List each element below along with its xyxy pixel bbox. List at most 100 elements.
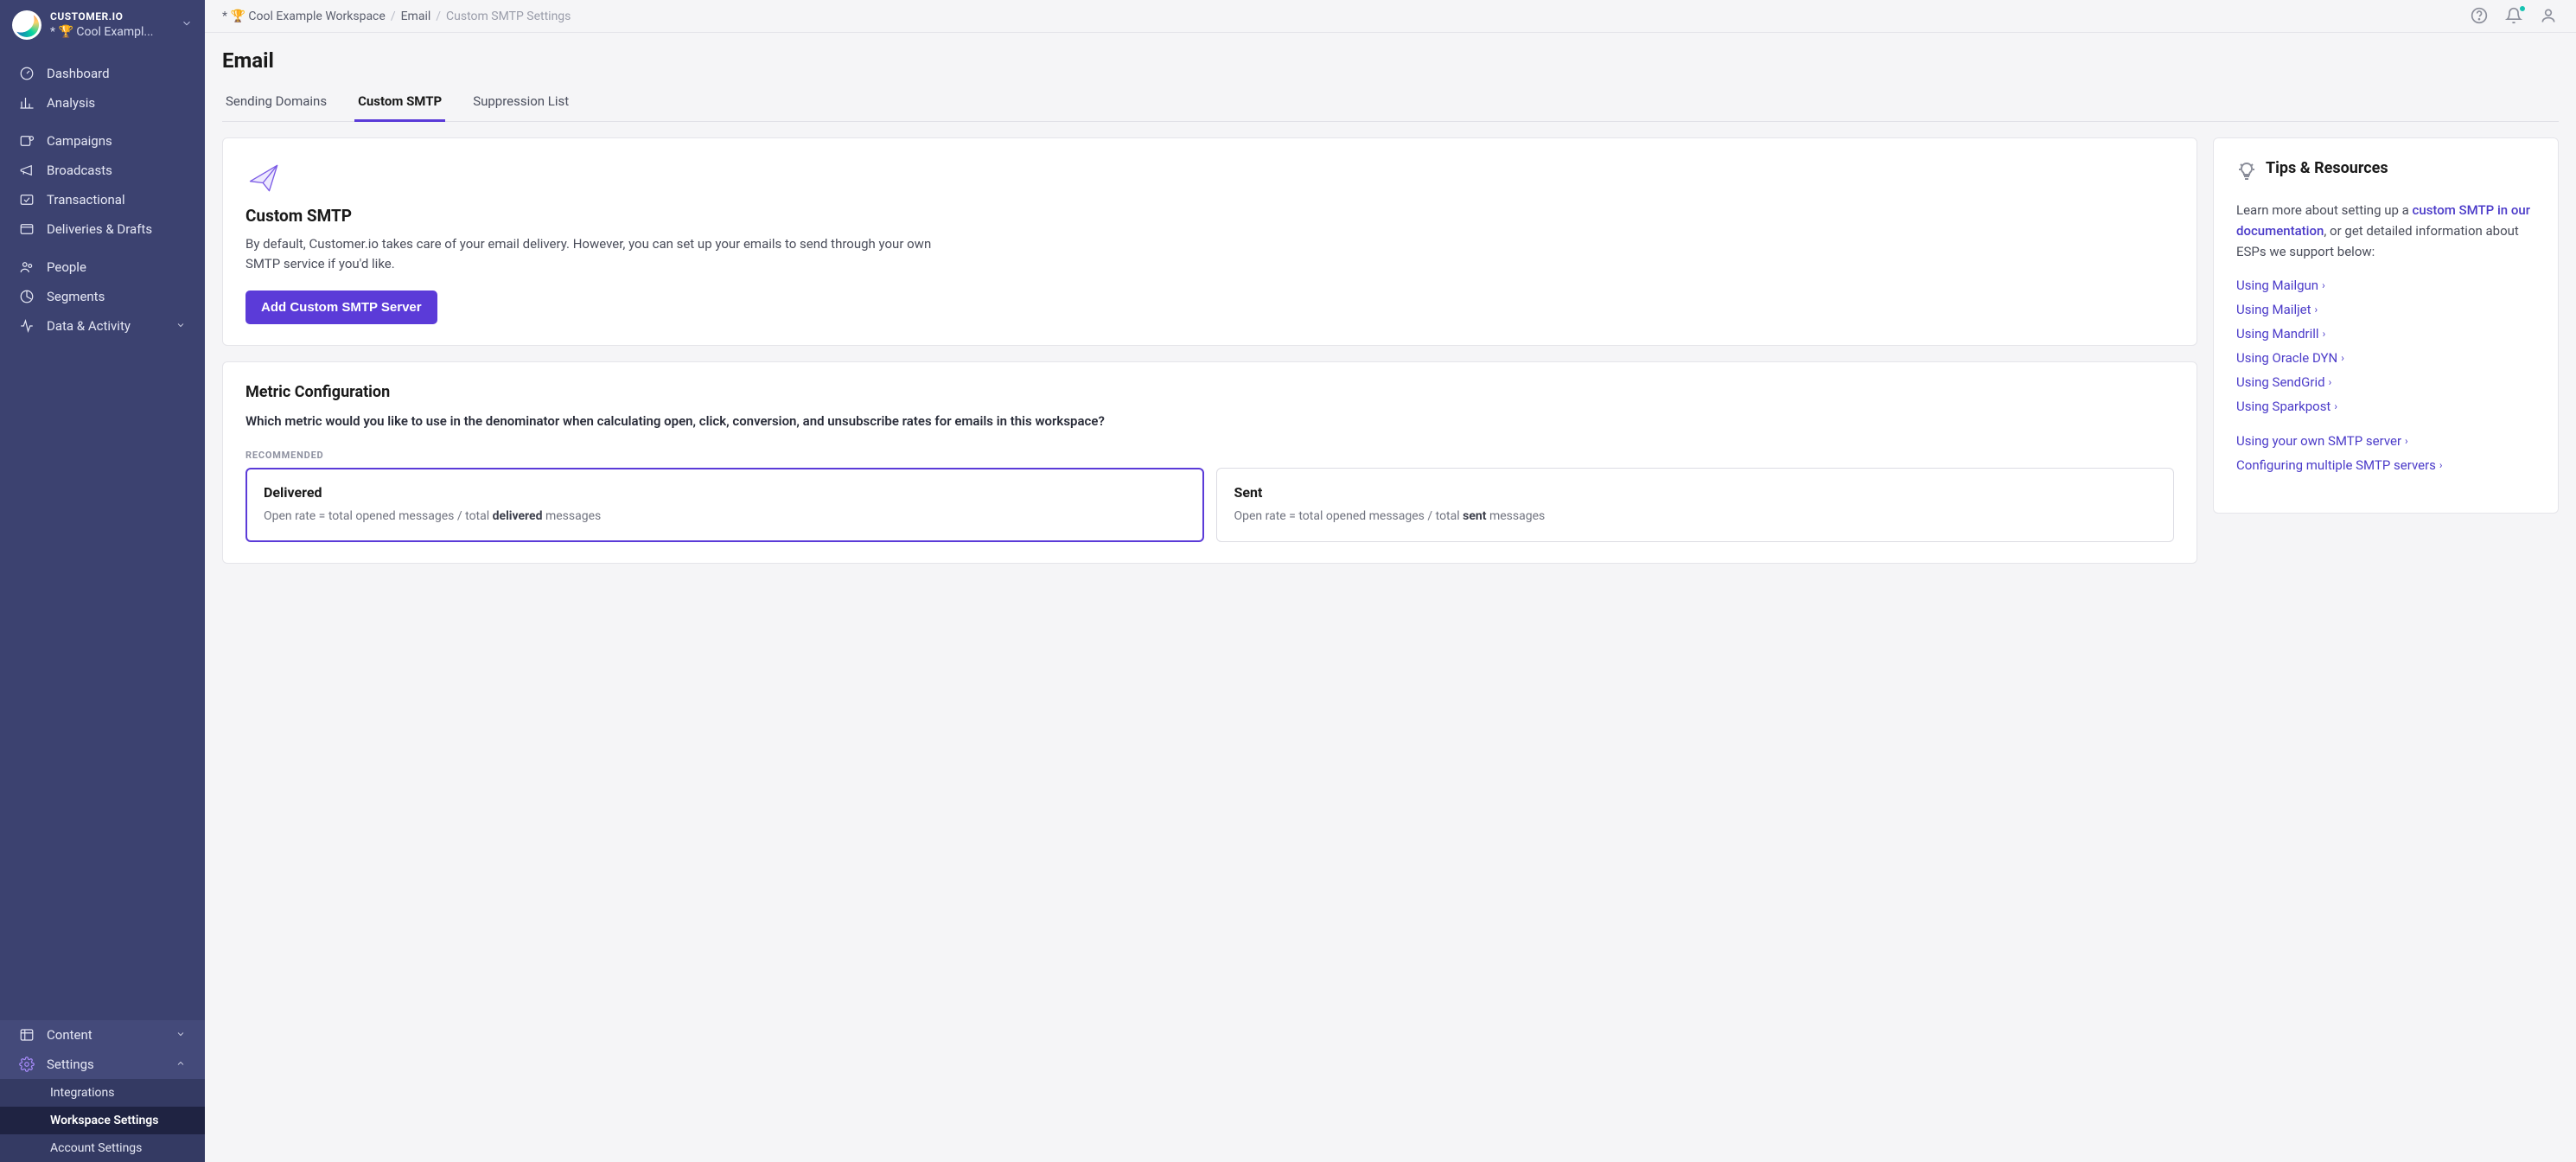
- sidebar-item-dashboard[interactable]: Dashboard: [0, 59, 205, 88]
- chart-icon: [19, 95, 35, 111]
- tip-link-sendgrid[interactable]: Using SendGrid ›: [2236, 374, 2535, 390]
- user-icon[interactable]: [2540, 7, 2559, 26]
- sidebar-item-label: Transactional: [47, 192, 125, 208]
- chevron-up-icon: [175, 1057, 186, 1072]
- breadcrumb-separator: /: [436, 10, 441, 23]
- sidebar: CUSTOMER.IO * 🏆 Cool Exampl... Dashboard…: [0, 0, 205, 1162]
- metric-configuration-card: Metric Configuration Which metric would …: [222, 361, 2197, 565]
- sidebar-item-transactional[interactable]: Transactional: [0, 185, 205, 214]
- sidebar-item-data-activity[interactable]: Data & Activity: [0, 311, 205, 341]
- tips-links-esp: Using Mailgun › Using Mailjet › Using Ma…: [2236, 278, 2535, 414]
- activity-icon: [19, 318, 35, 334]
- tip-link-mailgun[interactable]: Using Mailgun ›: [2236, 278, 2535, 293]
- chevron-right-icon: ›: [2405, 435, 2408, 447]
- megaphone-icon: [19, 163, 35, 178]
- settings-submenu: Integrations Workspace Settings Account …: [0, 1079, 205, 1162]
- tips-resources-card: Tips & Resources Learn more about settin…: [2213, 137, 2559, 514]
- breadcrumb-item[interactable]: * 🏆 Cool Example Workspace: [222, 10, 386, 23]
- campaigns-icon: [19, 133, 35, 149]
- notifications-icon[interactable]: [2505, 7, 2524, 26]
- chevron-right-icon: ›: [2322, 279, 2325, 291]
- lightbulb-icon: [2236, 161, 2257, 185]
- chevron-right-icon: ›: [2341, 352, 2344, 364]
- sidebar-item-label: Data & Activity: [47, 318, 131, 334]
- tips-intro: Learn more about setting up a custom SMT…: [2236, 200, 2535, 262]
- sidebar-item-label: Campaigns: [47, 133, 112, 149]
- sidebar-item-label: Broadcasts: [47, 163, 112, 178]
- chevron-down-icon: [175, 1027, 186, 1043]
- tip-link-oracle-dyn[interactable]: Using Oracle DYN ›: [2236, 350, 2535, 366]
- tip-link-sparkpost[interactable]: Using Sparkpost ›: [2236, 399, 2535, 414]
- sidebar-item-label: Deliveries & Drafts: [47, 221, 152, 237]
- tab-suppression-list[interactable]: Suppression List: [469, 85, 572, 122]
- custom-smtp-card: Custom SMTP By default, Customer.io take…: [222, 137, 2197, 346]
- sidebar-item-segments[interactable]: Segments: [0, 282, 205, 311]
- tab-sending-domains[interactable]: Sending Domains: [222, 85, 330, 122]
- deliveries-icon: [19, 221, 35, 237]
- notification-dot: [2519, 5, 2526, 12]
- breadcrumb: * 🏆 Cool Example Workspace / Email / Cus…: [222, 10, 571, 23]
- sidebar-item-label: Analysis: [47, 95, 95, 111]
- sidebar-item-label: Account Settings: [50, 1141, 142, 1155]
- paper-plane-icon: [245, 159, 284, 197]
- sidebar-item-workspace-settings[interactable]: Workspace Settings: [0, 1107, 205, 1134]
- workspace-switcher[interactable]: CUSTOMER.IO * 🏆 Cool Exampl...: [0, 0, 205, 50]
- sidebar-item-label: Settings: [47, 1057, 94, 1072]
- gear-icon: [19, 1057, 35, 1072]
- tip-link-own-smtp[interactable]: Using your own SMTP server ›: [2236, 433, 2535, 449]
- sidebar-item-label: Content: [47, 1027, 92, 1043]
- content-icon: [19, 1027, 35, 1043]
- sidebar-item-deliveries[interactable]: Deliveries & Drafts: [0, 214, 205, 244]
- sidebar-item-integrations[interactable]: Integrations: [0, 1079, 205, 1107]
- chevron-right-icon: ›: [2329, 376, 2332, 388]
- sidebar-item-label: Workspace Settings: [50, 1114, 158, 1127]
- card-title: Custom SMTP: [245, 206, 2174, 226]
- transactional-icon: [19, 192, 35, 208]
- metric-option-delivered[interactable]: Delivered Open rate = total opened messa…: [245, 468, 1204, 542]
- chevron-down-icon: [181, 17, 193, 33]
- tip-link-multiple-smtp[interactable]: Configuring multiple SMTP servers ›: [2236, 457, 2535, 473]
- breadcrumb-separator: /: [391, 10, 396, 23]
- gauge-icon: [19, 66, 35, 81]
- breadcrumb-item-current: Custom SMTP Settings: [446, 10, 571, 23]
- sidebar-item-campaigns[interactable]: Campaigns: [0, 126, 205, 156]
- tip-link-mandrill[interactable]: Using Mandrill ›: [2236, 326, 2535, 342]
- workspace-name: * 🏆 Cool Exampl...: [50, 24, 172, 40]
- sidebar-item-account-settings[interactable]: Account Settings: [0, 1134, 205, 1162]
- brand-label: CUSTOMER.IO: [50, 10, 172, 24]
- sidebar-item-label: People: [47, 259, 86, 275]
- metric-question: Which metric would you like to use in th…: [245, 412, 2174, 431]
- chevron-right-icon: ›: [2315, 303, 2318, 316]
- chevron-right-icon: ›: [2439, 459, 2443, 471]
- sidebar-item-settings[interactable]: Settings: [0, 1050, 205, 1079]
- metric-option-title: Delivered: [264, 484, 1186, 501]
- page-title: Email: [222, 48, 2559, 73]
- help-icon[interactable]: [2471, 7, 2490, 26]
- card-description: By default, Customer.io takes care of yo…: [245, 234, 954, 275]
- sidebar-item-broadcasts[interactable]: Broadcasts: [0, 156, 205, 185]
- tabs: Sending Domains Custom SMTP Suppression …: [222, 85, 2559, 122]
- sidebar-item-label: Integrations: [50, 1086, 114, 1100]
- tips-title: Tips & Resources: [2266, 159, 2388, 177]
- tab-custom-smtp[interactable]: Custom SMTP: [354, 85, 445, 122]
- people-icon: [19, 259, 35, 275]
- segments-icon: [19, 289, 35, 304]
- card-title: Metric Configuration: [245, 383, 2174, 401]
- sidebar-item-label: Dashboard: [47, 66, 110, 81]
- metric-option-sent[interactable]: Sent Open rate = total opened messages /…: [1216, 468, 2175, 542]
- chevron-right-icon: ›: [2334, 400, 2337, 412]
- tip-link-mailjet[interactable]: Using Mailjet ›: [2236, 302, 2535, 317]
- sidebar-item-content[interactable]: Content: [0, 1020, 205, 1050]
- sidebar-item-people[interactable]: People: [0, 252, 205, 282]
- chevron-down-icon: [175, 318, 186, 334]
- add-smtp-server-button[interactable]: Add Custom SMTP Server: [245, 290, 437, 324]
- sidebar-item-analysis[interactable]: Analysis: [0, 88, 205, 118]
- sidebar-item-label: Segments: [47, 289, 105, 304]
- tips-links-smtp: Using your own SMTP server › Configuring…: [2236, 433, 2535, 473]
- recommended-label: RECOMMENDED: [245, 450, 2174, 461]
- metric-option-title: Sent: [1234, 484, 2157, 501]
- chevron-right-icon: ›: [2323, 328, 2326, 340]
- workspace-logo: [12, 10, 41, 40]
- breadcrumb-item[interactable]: Email: [401, 10, 431, 23]
- metric-option-description: Open rate = total opened messages / tota…: [1234, 508, 2157, 526]
